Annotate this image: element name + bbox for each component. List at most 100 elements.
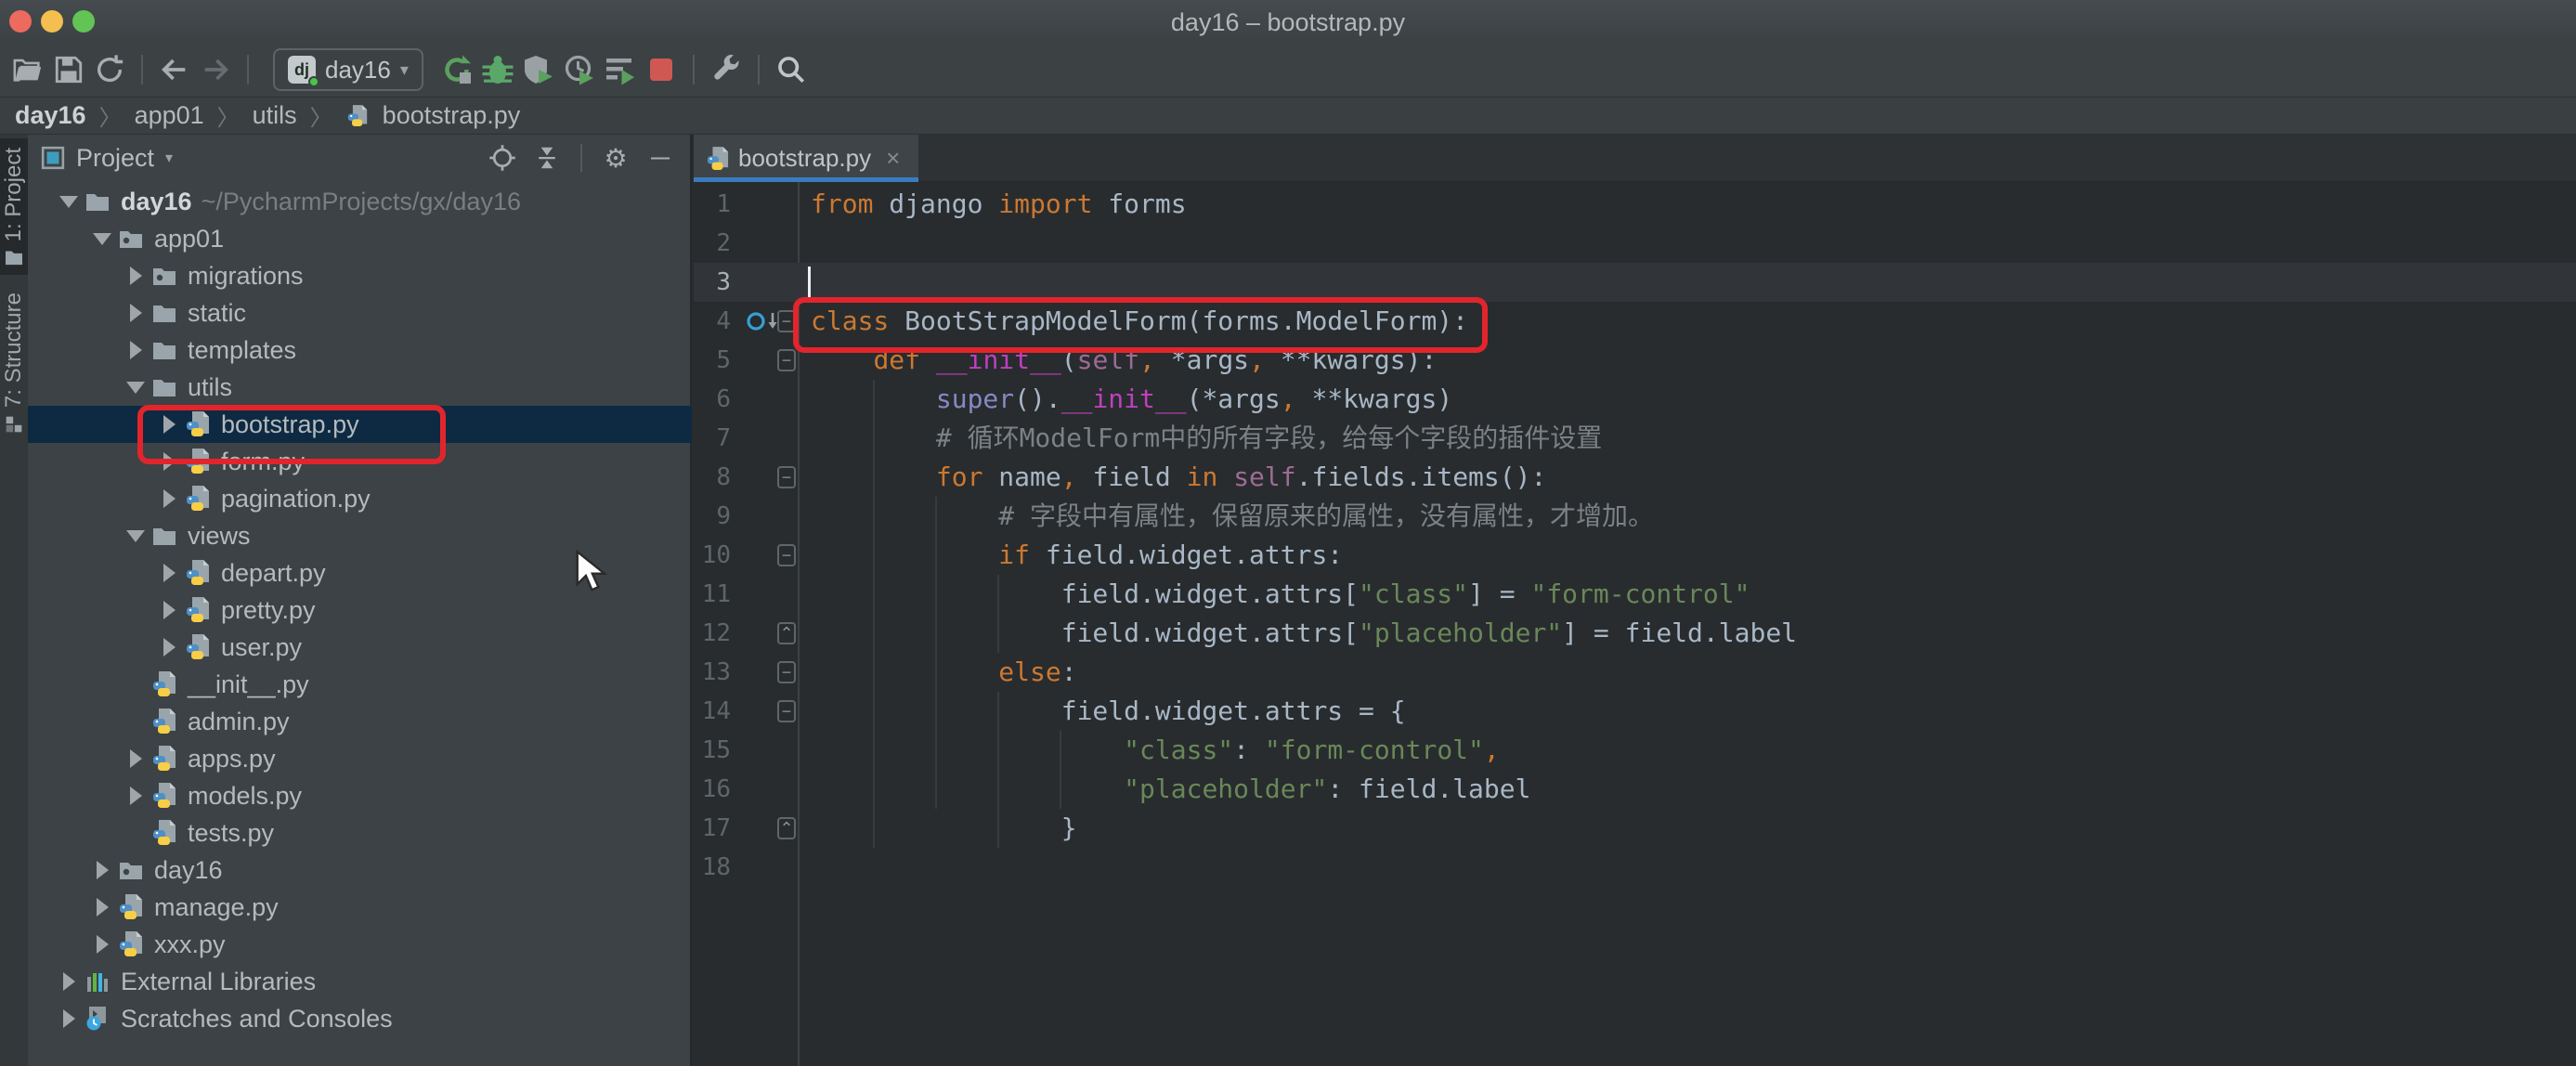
python-icon [184, 559, 212, 587]
collapsed-arrow-icon[interactable] [129, 341, 142, 359]
tree-item-user-py[interactable]: user.py [28, 629, 692, 666]
code-line-13[interactable]: 13 − else: [694, 653, 2576, 692]
tree-item-bootstrap-py[interactable]: bootstrap.py [28, 406, 692, 443]
collapsed-arrow-icon[interactable] [163, 601, 176, 619]
tree-item-day16[interactable]: day16 [28, 852, 692, 889]
tree-item-migrations[interactable]: migrations [28, 257, 692, 294]
collapsed-arrow-icon[interactable] [62, 1009, 75, 1028]
expanded-arrow-icon[interactable] [126, 529, 145, 542]
code-line-1[interactable]: 1 from django import forms [694, 185, 2576, 224]
expanded-arrow-icon[interactable] [59, 195, 78, 208]
tree-item-apps-py[interactable]: apps.py [28, 740, 692, 777]
panel-title[interactable]: Project [76, 144, 154, 173]
tool-button-structure[interactable]: 7: Structure [0, 283, 28, 443]
code-line-4[interactable]: 4 − class BootStrapModelForm(forms.ModelFo… [694, 302, 2576, 341]
code-editor[interactable]: 1 from django import forms 2 3 4− class BootS… [694, 182, 2576, 1066]
forward-icon[interactable] [195, 49, 236, 90]
fold-collapse-icon[interactable]: − [777, 700, 796, 722]
settings-gear-icon[interactable]: ⚙ [599, 141, 632, 175]
collapsed-arrow-icon[interactable] [163, 452, 176, 471]
fold-collapse-icon[interactable]: − [777, 544, 796, 566]
tree-item-Scratches-and-Consoles[interactable]: Scratches and Consoles [28, 1000, 692, 1037]
tree-item-External-Libraries[interactable]: External Libraries [28, 963, 692, 1000]
tree-item-day16[interactable]: day16 ~/PycharmProjects/gx/day16 [28, 183, 692, 220]
close-tab-icon[interactable]: × [886, 144, 900, 173]
expanded-arrow-icon[interactable] [126, 381, 145, 394]
fold-end-icon[interactable]: ⌃ [777, 622, 796, 644]
tree-item-utils[interactable]: utils [28, 369, 692, 406]
collapsed-arrow-icon[interactable] [129, 749, 142, 768]
breadcrumb-item-utils[interactable]: utils [253, 101, 297, 130]
fold-end-icon[interactable]: ⌃ [777, 817, 796, 839]
breadcrumb-item-app01[interactable]: app01 [135, 101, 204, 130]
code-line-17[interactable]: 17 ⌃ } [694, 809, 2576, 848]
tree-item-__init__-py[interactable]: __init__.py [28, 666, 692, 703]
expanded-arrow-icon[interactable] [93, 232, 111, 245]
fold-collapse-icon[interactable]: − [777, 466, 796, 488]
collapsed-arrow-icon[interactable] [96, 861, 109, 879]
collapsed-arrow-icon[interactable] [96, 898, 109, 916]
tree-item-static[interactable]: static [28, 294, 692, 332]
code-line-2[interactable]: 2 [694, 224, 2576, 263]
tree-item-xxx-py[interactable]: xxx.py [28, 926, 692, 963]
synchronize-icon[interactable] [89, 49, 130, 90]
profile-icon[interactable] [559, 49, 600, 90]
rerun-icon[interactable] [436, 49, 477, 90]
breadcrumb-item-bootstrap-py[interactable]: bootstrap.py [383, 101, 521, 130]
line-number: 5 [716, 346, 731, 374]
open-project-icon[interactable] [7, 49, 48, 90]
concurrency-diagram-icon[interactable] [600, 49, 641, 90]
debug-icon[interactable] [477, 49, 518, 90]
collapsed-arrow-icon[interactable] [129, 266, 142, 285]
code-line-3[interactable]: 3 [694, 263, 2576, 302]
line-number: 17 [701, 814, 731, 842]
code-line-9[interactable]: 9 # 字段中有属性，保留原来的属性，没有属性，才增加。 [694, 497, 2576, 536]
code-line-14[interactable]: 14 − field.widget.attrs = { [694, 692, 2576, 731]
code-line-8[interactable]: 8 − for name, field in self.fields.items(… [694, 458, 2576, 497]
tree-item-form-py[interactable]: form.py [28, 443, 692, 480]
fold-collapse-icon[interactable]: − [777, 661, 796, 683]
tree-item-manage-py[interactable]: manage.py [28, 889, 692, 926]
collapsed-arrow-icon[interactable] [163, 564, 176, 582]
tree-item-tests-py[interactable]: tests.py [28, 814, 692, 852]
collapsed-arrow-icon[interactable] [96, 935, 109, 954]
tree-item-models-py[interactable]: models.py [28, 777, 692, 814]
locate-icon[interactable] [486, 141, 519, 175]
tree-item-views[interactable]: views [28, 517, 692, 554]
tree-item-app01[interactable]: app01 [28, 220, 692, 257]
collapsed-arrow-icon[interactable] [163, 415, 176, 434]
code-line-12[interactable]: 12 ⌃ field.widget.attrs["placeholder"] = … [694, 614, 2576, 653]
fold-collapse-icon[interactable]: − [777, 349, 796, 371]
save-all-icon[interactable] [48, 49, 89, 90]
collapsed-arrow-icon[interactable] [163, 489, 176, 508]
code-line-15[interactable]: 15 "class": "form-control", [694, 731, 2576, 770]
code-line-5[interactable]: 5 − def __init__(self, *args, **kwargs): [694, 341, 2576, 380]
collapsed-arrow-icon[interactable] [129, 304, 142, 322]
tree-item-admin-py[interactable]: admin.py [28, 703, 692, 740]
tree-item-pagination-py[interactable]: pagination.py [28, 480, 692, 517]
code-line-18[interactable]: 18 [694, 848, 2576, 887]
code-line-7[interactable]: 7 # 循环ModelForm中的所有字段，给每个字段的插件设置 [694, 419, 2576, 458]
code-line-11[interactable]: 11 field.widget.attrs["class"] = "form-c… [694, 575, 2576, 614]
tool-button-project[interactable]: 1: Project [0, 138, 28, 276]
tree-item-pretty-py[interactable]: pretty.py [28, 592, 692, 629]
collapsed-arrow-icon[interactable] [62, 972, 75, 991]
run-configuration-select[interactable]: dj day16 ▾ [273, 48, 423, 91]
collapsed-arrow-icon[interactable] [163, 638, 176, 656]
collapsed-arrow-icon[interactable] [129, 786, 142, 805]
code-line-6[interactable]: 6 super().__init__(*args, **kwargs) [694, 380, 2576, 419]
stop-icon[interactable] [641, 49, 682, 90]
search-icon[interactable] [771, 49, 812, 90]
collapse-all-icon[interactable] [530, 141, 564, 175]
wrench-icon[interactable] [706, 49, 747, 90]
tree-item-templates[interactable]: templates [28, 332, 692, 369]
fold-collapse-icon[interactable]: − [777, 310, 796, 332]
code-line-10[interactable]: 10 − if field.widget.attrs: [694, 536, 2576, 575]
editor-tab-bootstrap[interactable]: bootstrap.py × [694, 135, 918, 182]
chevron-down-icon[interactable]: ▾ [165, 149, 173, 167]
back-icon[interactable] [154, 49, 195, 90]
run-with-coverage-icon[interactable] [518, 49, 559, 90]
breadcrumb-item-day16[interactable]: day16 [15, 101, 86, 130]
code-line-16[interactable]: 16 "placeholder": field.label [694, 770, 2576, 809]
hide-panel-icon[interactable]: ─ [644, 141, 677, 175]
